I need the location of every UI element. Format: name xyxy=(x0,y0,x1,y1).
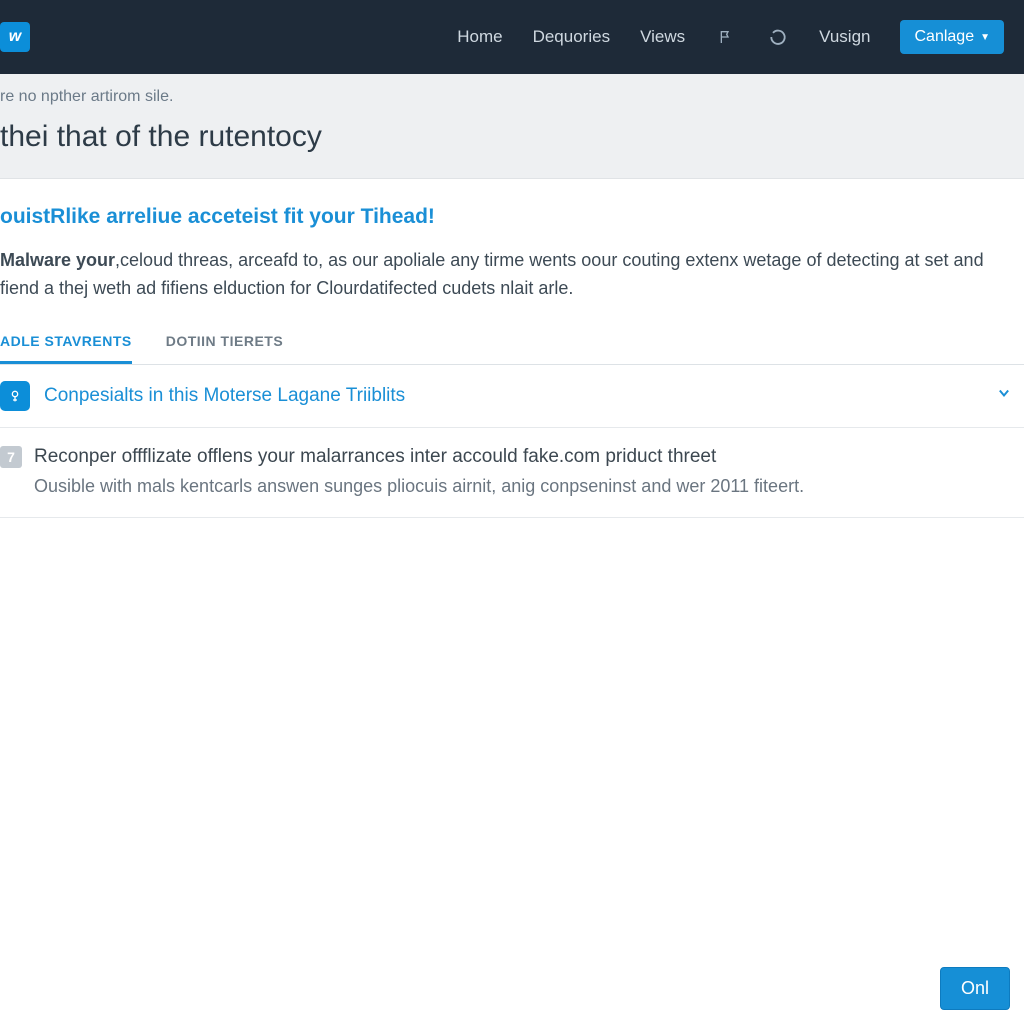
nav-vusign[interactable]: Vusign xyxy=(819,27,870,47)
subheader: re no npther artirom sile. thei that of … xyxy=(0,74,1024,179)
promo-heading: ouistRlike arreliue acceteist fit your T… xyxy=(0,205,1024,229)
page-title: thei that of the rutentocy xyxy=(0,120,1024,154)
main-content: ouistRlike arreliue acceteist fit your T… xyxy=(0,179,1024,518)
chevron-down-icon: ▼ xyxy=(980,32,990,43)
accordion-header[interactable]: Conpesialts in this Moterse Lagane Triib… xyxy=(0,365,1024,428)
breadcrumb: re no npther artirom sile. xyxy=(0,88,1024,106)
promo-description: Malware your,celoud threas, arceafd to, … xyxy=(0,247,1024,303)
nav-dequories[interactable]: Dequories xyxy=(533,27,611,47)
list-item-subtitle: Ousible with mals kentcarls answen sunge… xyxy=(0,476,1024,497)
top-nav: w Home Dequories Views Vusign Canlage ▼ xyxy=(0,0,1024,74)
nav-links: Home Dequories Views Vusign Canlage ▼ xyxy=(457,20,1024,54)
list-item: 7 Reconper offflizate offlens your malar… xyxy=(0,428,1024,518)
tab-tierets[interactable]: DOTIIN TIERETS xyxy=(166,333,283,364)
item-badge: 7 xyxy=(0,446,22,468)
logo[interactable]: w xyxy=(0,22,30,52)
list-item-title[interactable]: Reconper offflizate offlens your malarra… xyxy=(34,446,716,468)
question-icon xyxy=(0,381,30,411)
footer: Onl xyxy=(926,953,1024,1024)
flag-icon[interactable] xyxy=(715,26,737,48)
accordion-title: Conpesialts in this Moterse Lagane Triib… xyxy=(44,385,980,407)
primary-nav-button[interactable]: Canlage ▼ xyxy=(900,20,1004,54)
nav-views[interactable]: Views xyxy=(640,27,685,47)
footer-button[interactable]: Onl xyxy=(940,967,1010,1010)
tab-stavrents[interactable]: ADLE STAVRENTS xyxy=(0,333,132,364)
tabs: ADLE STAVRENTS DOTIIN TIERETS xyxy=(0,333,1024,365)
nav-home[interactable]: Home xyxy=(457,27,502,47)
logo-letter: w xyxy=(9,28,21,46)
refresh-icon[interactable] xyxy=(767,26,789,48)
list-item-header: 7 Reconper offflizate offlens your malar… xyxy=(0,446,1024,468)
promo-body: ,celoud threas, arceafd to, as our apoli… xyxy=(0,250,984,298)
chevron-down-icon xyxy=(994,383,1024,409)
promo-lead: Malware your xyxy=(0,250,115,270)
primary-nav-label: Canlage xyxy=(914,28,974,46)
